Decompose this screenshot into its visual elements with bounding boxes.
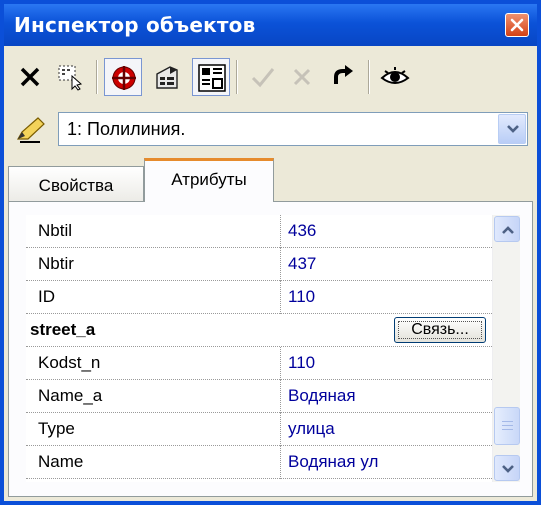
properties-card-icon [156, 66, 178, 89]
object-select-dropdown-button[interactable] [498, 114, 526, 144]
attribute-value[interactable]: 437 [288, 254, 316, 274]
attribute-group-row: street_a Связь... [26, 314, 492, 347]
attribute-value[interactable]: 110 [288, 287, 315, 307]
attribute-row[interactable]: Nbtil 436 [26, 215, 492, 248]
attribute-row[interactable]: Name_a Водяная [26, 380, 492, 413]
column-divider [280, 380, 282, 413]
vertical-scrollbar[interactable] [492, 215, 520, 482]
view-button[interactable] [376, 58, 414, 96]
object-select[interactable]: 1: Полилиния. [58, 112, 528, 146]
object-select-value: 1: Полилиния. [67, 119, 186, 139]
column-divider [280, 446, 282, 479]
attribute-name: Nbtil [38, 221, 73, 240]
toolbar-separator [368, 60, 370, 94]
delete-x-icon [20, 67, 40, 87]
properties-button[interactable] [148, 58, 186, 96]
column-divider [280, 281, 282, 314]
target-icon [112, 66, 136, 90]
attribute-value[interactable]: 110 [288, 353, 315, 373]
attribute-row[interactable]: Kodst_n 110 [26, 347, 492, 380]
pencil-icon [16, 117, 45, 143]
window-title: Инспектор объектов [14, 13, 256, 37]
attribute-name: Kodst_n [38, 353, 101, 372]
link-button[interactable]: Связь... [394, 317, 486, 343]
close-button[interactable] [505, 13, 529, 37]
attribute-name: Name_a [38, 386, 103, 405]
toolbar-separator [236, 60, 238, 94]
column-divider [280, 215, 282, 248]
attribute-row[interactable]: Nbtir 437 [26, 248, 492, 281]
select-button[interactable] [52, 58, 90, 96]
chevron-down-icon [502, 465, 514, 473]
cancel-x-icon [293, 68, 311, 86]
object-selector-row: 1: Полилиния. [4, 108, 537, 152]
attribute-value[interactable]: улица [288, 419, 335, 439]
scroll-up-button[interactable] [494, 216, 520, 242]
tab-properties-label: Свойства [38, 176, 114, 195]
attribute-name: Nbtir [38, 254, 74, 273]
scroll-thumb[interactable] [494, 407, 520, 445]
cancel-button[interactable] [284, 58, 322, 96]
attribute-name: Name [38, 452, 84, 471]
title-bar[interactable]: Инспектор объектов [4, 4, 537, 46]
column-divider [280, 248, 282, 281]
attribute-row[interactable]: Name Водяная ул [26, 446, 492, 479]
scroll-down-button[interactable] [494, 455, 520, 481]
tab-properties[interactable]: Свойства [8, 166, 144, 202]
close-icon [510, 18, 524, 32]
layout-button[interactable] [192, 58, 230, 96]
toolbar [4, 46, 537, 108]
apply-button[interactable] [244, 58, 282, 96]
attribute-row[interactable]: Type улица [26, 413, 492, 446]
column-divider [280, 347, 282, 380]
target-button[interactable] [104, 58, 142, 96]
refresh-icon [334, 65, 353, 84]
toolbar-separator [96, 60, 98, 94]
delete-button[interactable] [12, 58, 50, 96]
chevron-down-icon [507, 125, 519, 133]
attribute-name: ID [38, 287, 55, 306]
tab-attributes[interactable]: Атрибуты [144, 158, 274, 202]
attributes-grid: Nbtil 436 Nbtir 437 ID 110 street_a Связ… [26, 215, 520, 482]
attribute-name: Type [38, 419, 75, 438]
refresh-button[interactable] [324, 58, 362, 96]
attribute-value[interactable]: Водяная [288, 386, 356, 406]
tab-attributes-label: Атрибуты [171, 170, 247, 189]
apply-check-icon [251, 68, 275, 88]
select-pointer-icon [58, 65, 83, 91]
attribute-value[interactable]: Водяная ул [288, 452, 378, 472]
attribute-value[interactable]: 436 [288, 221, 316, 241]
object-inspector-window: Инспектор объектов 1: Полилиния. Свойств… [0, 0, 541, 505]
eye-icon [380, 67, 410, 84]
chevron-up-icon [502, 226, 514, 234]
attribute-row[interactable]: ID 110 [26, 281, 492, 314]
column-divider [280, 413, 282, 446]
attribute-group-name: street_a [30, 320, 96, 339]
layout-grid-icon [198, 64, 226, 92]
